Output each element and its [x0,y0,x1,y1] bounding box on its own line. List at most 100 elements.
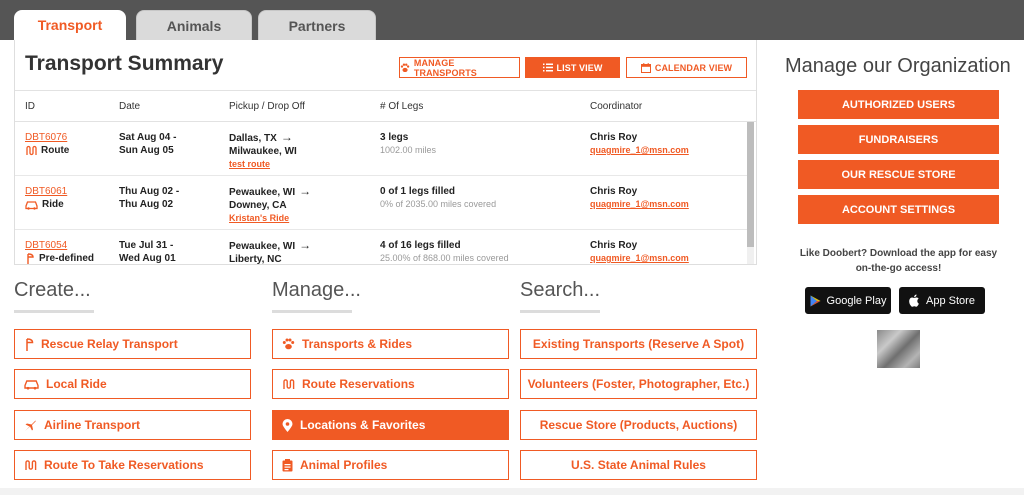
manage-route-reservations-label: Route Reservations [302,377,415,391]
transport-type: Ride [25,198,67,211]
manage-transports-button[interactable]: MANAGE TRANSPORTS [399,57,520,78]
miles-info: 25.00% of 868.00 miles covered [380,253,509,263]
search-volunteers-label: Volunteers (Foster, Photographer, Etc.) [527,377,750,391]
pickup-location: Pewaukee, WI [229,241,296,252]
transport-id-cell: DBT6054 Pre-defined [25,239,94,264]
list-view-button[interactable]: LIST VIEW [525,57,620,78]
route-icon [26,145,37,156]
calendar-view-label: CALENDAR VIEW [654,62,733,73]
account-settings-button[interactable]: ACCOUNT SETTINGS [798,195,999,224]
date-cell: Thu Aug 02 - Thu Aug 02 [119,185,179,211]
airplane-icon [25,420,36,431]
search-divider [520,310,600,313]
relay-icon [26,337,34,351]
google-play-icon [810,295,821,306]
create-rescue-relay-button[interactable]: Rescue Relay Transport [14,329,251,359]
table-row[interactable]: DBT6076 Route Sat Aug 04 - Sun Aug 05 Da… [15,122,748,176]
date-start: Tue Jul 31 - [119,240,174,251]
manage-animal-profiles-button[interactable]: Animal Profiles [272,450,509,480]
manage-transports-rides-label: Transports & Rides [302,337,413,351]
date-cell: Sat Aug 04 - Sun Aug 05 [119,131,176,157]
date-start: Thu Aug 02 - [119,186,180,197]
transport-type-label: Ride [42,199,64,210]
transport-id-link[interactable]: DBT6076 [25,131,69,144]
coordinator-name: Chris Roy [590,132,638,143]
fundraisers-button[interactable]: FUNDRAISERS [798,125,999,154]
pickup-dropoff-cell: Dallas, TX → Milwaukee, WI test route [229,131,297,171]
column-date[interactable]: Date [119,101,140,112]
relay-icon [27,253,34,264]
miles-info: 0% of 2035.00 miles covered [380,199,497,209]
car-icon [25,200,38,210]
table-row[interactable]: DBT6061 Ride Thu Aug 02 - Thu Aug 02 Pew… [15,176,748,230]
app-promo-text: Like Doobert? Download the app for easy … [799,248,998,274]
manage-locations-favorites-button[interactable]: Locations & Favorites [272,410,509,440]
legs-count: 0 of 1 legs filled [380,186,456,197]
table-row[interactable]: DBT6054 Pre-defined Tue Jul 31 - Wed Aug… [15,230,748,264]
transport-id-link[interactable]: DBT6054 [25,239,94,252]
organization-avatar-image [877,330,920,368]
date-end: Thu Aug 02 [119,199,174,210]
transport-name-link[interactable]: Kristan's Ride [229,212,311,225]
create-airline-transport-button[interactable]: Airline Transport [14,410,251,440]
route-icon [283,379,295,389]
column-coordinator[interactable]: Coordinator [590,101,642,112]
table-header: ID Date Pickup / Drop Off # Of Legs Coor… [15,90,756,122]
search-existing-transports-label: Existing Transports (Reserve A Spot) [532,337,745,351]
transport-id-cell: DBT6061 Ride [25,185,67,211]
transport-type: Route [25,144,69,157]
search-state-animal-rules-button[interactable]: U.S. State Animal Rules [520,450,757,480]
create-route-reservations-button[interactable]: Route To Take Reservations [14,450,251,480]
summary-title: Transport Summary [25,52,224,75]
arrow-right-icon: → [299,238,312,252]
coordinator-cell: Chris Roy quagmire_1@msn.com [590,239,689,264]
calendar-icon [640,62,651,73]
search-volunteers-button[interactable]: Volunteers (Foster, Photographer, Etc.) [520,369,757,399]
search-rescue-store-label: Rescue Store (Products, Auctions) [539,418,738,432]
table-scrollbar[interactable] [747,122,754,264]
create-local-ride-button[interactable]: Local Ride [14,369,251,399]
calendar-view-button[interactable]: CALENDAR VIEW [626,57,747,78]
search-existing-transports-button[interactable]: Existing Transports (Reserve A Spot) [520,329,757,359]
arrow-right-icon: → [299,184,312,198]
legs-cell: 4 of 16 legs filled 25.00% of 868.00 mil… [380,239,509,264]
search-rescue-store-button[interactable]: Rescue Store (Products, Auctions) [520,410,757,440]
google-play-button[interactable]: Google Play [805,287,891,314]
scrollbar-thumb[interactable] [747,122,754,247]
manage-transports-rides-button[interactable]: Transports & Rides [272,329,509,359]
pickup-dropoff-cell: Pewaukee, WI → Downey, CA Kristan's Ride [229,185,311,225]
google-play-label: Google Play [826,294,887,307]
legs-cell: 3 legs 1002.00 miles [380,131,436,157]
coordinator-email-link[interactable]: quagmire_1@msn.com [590,144,689,157]
paw-icon [400,63,410,72]
coordinator-email-link[interactable]: quagmire_1@msn.com [590,252,689,264]
tab-transport[interactable]: Transport [14,10,126,40]
tab-animals[interactable]: Animals [136,10,252,40]
transport-name-link[interactable]: test route [229,158,297,171]
coordinator-name: Chris Roy [590,186,638,197]
create-local-ride-label: Local Ride [46,377,107,391]
column-pickup-dropoff[interactable]: Pickup / Drop Off [229,101,305,112]
dropoff-location: Milwaukee, WI [229,146,297,157]
arrow-right-icon: → [280,130,293,144]
manage-heading: Manage... [272,279,361,301]
transport-id-link[interactable]: DBT6061 [25,185,67,198]
app-store-button[interactable]: App Store [899,287,985,314]
manage-route-reservations-button[interactable]: Route Reservations [272,369,509,399]
authorized-users-button[interactable]: AUTHORIZED USERS [798,90,999,119]
coordinator-name: Chris Roy [590,240,638,251]
coordinator-email-link[interactable]: quagmire_1@msn.com [590,198,689,211]
route-icon [25,460,37,470]
manage-animal-profiles-label: Animal Profiles [300,458,388,472]
rescue-store-button[interactable]: OUR RESCUE STORE [798,160,999,189]
map-pin-icon [282,418,293,432]
tab-partners[interactable]: Partners [258,10,376,40]
column-legs[interactable]: # Of Legs [380,101,423,112]
transport-summary-card: Transport Summary MANAGE TRANSPORTS LIST… [14,40,757,265]
list-view-label: LIST VIEW [556,62,603,73]
pickup-location: Pewaukee, WI [229,187,296,198]
column-id[interactable]: ID [25,101,35,112]
transport-type: Pre-defined [25,252,94,264]
create-route-reservations-label: Route To Take Reservations [44,458,204,472]
date-start: Sat Aug 04 - [119,132,177,143]
